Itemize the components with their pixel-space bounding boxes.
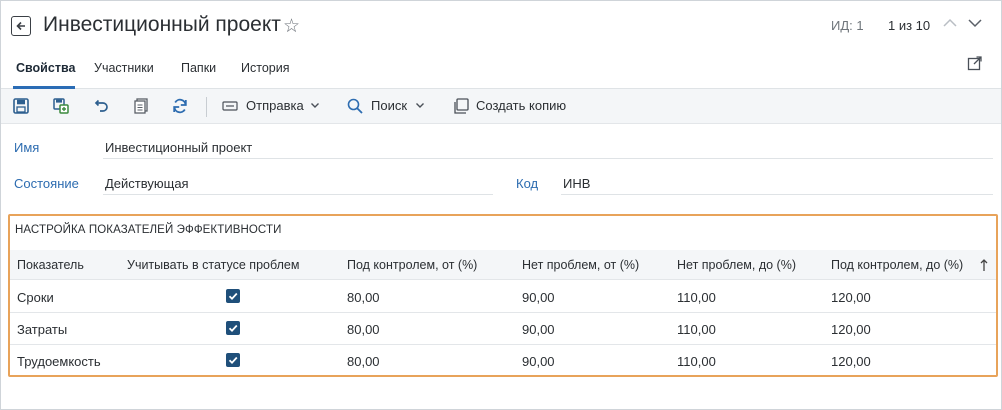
column-header-indicator[interactable]: Показатель (17, 258, 84, 272)
state-field[interactable]: Действующая (105, 176, 189, 191)
record-id: ИД: 1 (831, 18, 864, 33)
consider-status-checkbox[interactable] (226, 353, 240, 367)
search-menu-button[interactable]: Поиск (371, 98, 407, 113)
consider-status-checkbox[interactable] (226, 321, 240, 335)
window: Инвестиционный проект ☆ ИД: 1 1 из 10 Св… (0, 0, 1002, 410)
column-header-no-problems-from[interactable]: Нет проблем, от (%) (522, 258, 639, 272)
toolbar: Отправка Поиск Создать копию (1, 89, 1001, 124)
consider-status-checkbox[interactable] (226, 289, 240, 303)
name-field[interactable]: Инвестиционный проект (105, 140, 252, 155)
tab-participants[interactable]: Участники (94, 61, 154, 75)
column-header-no-problems-to[interactable]: Нет проблем, до (%) (677, 258, 796, 272)
table-header: Показатель Учитывать в статусе проблем П… (10, 250, 996, 280)
chevron-up-icon[interactable] (941, 14, 959, 32)
state-field-underline (103, 194, 493, 195)
star-icon[interactable]: ☆ (283, 15, 300, 38)
duplicate-icon[interactable] (452, 97, 470, 115)
search-icon[interactable] (346, 97, 364, 115)
no-problems-to-value: 110,00 (677, 354, 716, 369)
chevron-down-icon[interactable] (309, 99, 327, 117)
control-to-value: 120,00 (831, 290, 871, 305)
no-problems-to-value: 110,00 (677, 290, 716, 305)
record-pager: 1 из 10 (888, 18, 931, 33)
send-menu-button[interactable]: Отправка (246, 98, 304, 113)
tab-folders[interactable]: Папки (181, 61, 216, 75)
column-header-control-from[interactable]: Под контролем, от (%) (347, 258, 477, 272)
tab-history[interactable]: История (241, 61, 289, 75)
control-from-value: 80,00 (347, 290, 380, 305)
control-from-value: 80,00 (347, 354, 380, 369)
name-field-underline (103, 158, 993, 159)
indicator-name: Затраты (17, 322, 68, 337)
table-row[interactable]: Затраты 80,00 90,00 110,00 120,00 (10, 313, 996, 345)
sort-icon[interactable] (980, 258, 988, 275)
indicator-name: Сроки (17, 290, 54, 305)
undo-icon[interactable] (92, 97, 110, 115)
no-problems-to-value: 110,00 (677, 322, 716, 337)
control-to-value: 120,00 (831, 322, 871, 337)
state-label: Состояние (14, 176, 79, 191)
code-label: Код (516, 176, 539, 191)
chevron-down-icon[interactable] (414, 99, 432, 117)
open-external-icon[interactable] (967, 55, 983, 71)
no-problems-from-value: 90,00 (522, 290, 555, 305)
no-problems-from-value: 90,00 (522, 354, 555, 369)
save-and-close-icon[interactable] (52, 97, 70, 115)
column-header-consider-status[interactable]: Учитывать в статусе проблем (127, 258, 299, 272)
tab-bar: Свойства Участники Папки История (1, 53, 1001, 89)
send-icon[interactable] (221, 98, 239, 116)
tab-properties[interactable]: Свойства (16, 61, 75, 75)
table-row[interactable]: Трудоемкость 80,00 90,00 110,00 120,00 (10, 345, 996, 377)
refresh-icon[interactable] (171, 97, 189, 115)
save-icon[interactable] (12, 97, 30, 115)
toolbar-separator (206, 97, 207, 117)
page-title: Инвестиционный проект (43, 13, 281, 36)
control-from-value: 80,00 (347, 322, 380, 337)
table-row[interactable]: Сроки 80,00 90,00 110,00 120,00 (10, 281, 996, 313)
efficiency-settings-section: НАСТРОЙКА ПОКАЗАТЕЛЕЙ ЭФФЕКТИВНОСТИ Пока… (8, 214, 998, 377)
code-field-underline (561, 194, 993, 195)
name-label: Имя (14, 140, 40, 155)
section-title: НАСТРОЙКА ПОКАЗАТЕЛЕЙ ЭФФЕКТИВНОСТИ (15, 224, 282, 236)
control-to-value: 120,00 (831, 354, 871, 369)
chevron-down-icon[interactable] (966, 14, 984, 32)
indicator-name: Трудоемкость (17, 354, 101, 369)
back-arrow-icon[interactable] (11, 16, 31, 36)
no-problems-from-value: 90,00 (522, 322, 555, 337)
column-header-control-to[interactable]: Под контролем, до (%) (831, 258, 963, 272)
copy-document-icon[interactable] (132, 97, 150, 115)
create-copy-button[interactable]: Создать копию (476, 98, 566, 113)
code-field[interactable]: ИНВ (563, 176, 590, 191)
